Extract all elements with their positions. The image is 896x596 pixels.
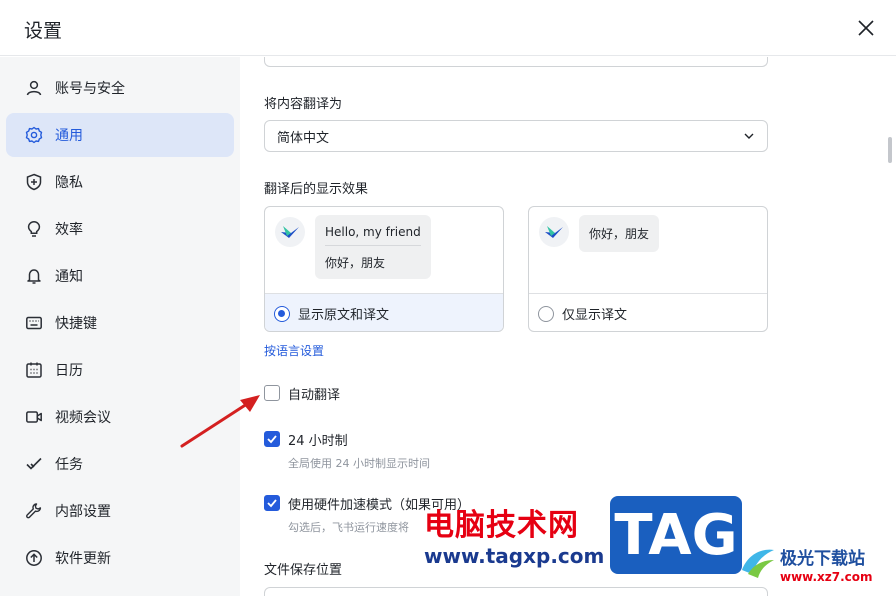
gear-icon bbox=[24, 125, 44, 145]
display-translated-only-card[interactable]: 你好，朋友 仅显示译文 bbox=[528, 206, 768, 332]
sidebar-item-label: 效率 bbox=[55, 222, 83, 238]
display-both-card[interactable]: Hello, my friend 你好，朋友 显示原文和译文 bbox=[264, 206, 504, 332]
app-logo-icon bbox=[275, 217, 305, 247]
calendar-icon bbox=[24, 360, 44, 380]
sidebar-item-label: 日历 bbox=[55, 363, 83, 379]
aurora-logo-icon bbox=[742, 549, 774, 578]
chevron-down-icon bbox=[744, 133, 754, 139]
sidebar-item-label: 视频会议 bbox=[55, 410, 111, 426]
settings-sidebar: 账号与安全 通用 隐私 效率 通知 快捷键 日历 视频会议 任务 内部设置 软件… bbox=[0, 57, 240, 596]
sidebar-item-label: 隐私 bbox=[55, 175, 83, 191]
auto-translate-label: 自动翻译 bbox=[288, 388, 341, 403]
checkmark-icon bbox=[267, 499, 277, 508]
sidebar-item-label: 任务 bbox=[55, 457, 83, 473]
watermark-url: www.tagxp.com bbox=[424, 544, 605, 568]
watermark-text: 电脑技术网 bbox=[424, 508, 579, 543]
upload-arrow-icon bbox=[24, 548, 44, 568]
task-check-icon bbox=[24, 454, 44, 474]
translate-to-label: 将内容翻译为 bbox=[264, 97, 343, 112]
sidebar-item-notifications[interactable]: 通知 bbox=[6, 254, 234, 298]
preview-original-text: Hello, my friend bbox=[325, 225, 421, 239]
radio-button-selected[interactable] bbox=[274, 305, 290, 322]
preview-bubble: Hello, my friend 你好，朋友 bbox=[315, 215, 431, 279]
lightbulb-icon bbox=[24, 219, 44, 239]
video-icon bbox=[24, 407, 44, 427]
sidebar-item-label: 内部设置 bbox=[55, 504, 111, 520]
file-location-label: 文件保存位置 bbox=[264, 563, 343, 578]
bell-icon bbox=[24, 266, 44, 286]
sidebar-item-label: 软件更新 bbox=[55, 551, 111, 567]
preview-area: 你好，朋友 bbox=[529, 207, 767, 293]
close-icon bbox=[858, 20, 874, 36]
clock-24h-row: 24 小时制 全局使用 24 小时制显示时间 bbox=[264, 430, 430, 471]
display-effect-label: 翻译后的显示效果 bbox=[264, 182, 369, 197]
option-label: 显示原文和译文 bbox=[298, 308, 390, 323]
clock-24h-description: 全局使用 24 小时制显示时间 bbox=[288, 457, 430, 470]
watermark-site-name: 极光下载站 bbox=[780, 549, 865, 569]
sidebar-item-label: 通用 bbox=[55, 128, 83, 144]
option-show-both[interactable]: 显示原文和译文 bbox=[265, 293, 503, 331]
scrollbar-thumb[interactable] bbox=[888, 137, 892, 163]
watermark-tag-logo: TAG bbox=[610, 496, 742, 574]
title-bar: 设置 bbox=[0, 0, 896, 56]
sidebar-item-privacy[interactable]: 隐私 bbox=[6, 160, 234, 204]
sidebar-item-efficiency[interactable]: 效率 bbox=[6, 207, 234, 251]
app-logo-icon bbox=[539, 217, 569, 247]
sidebar-item-internal-settings[interactable]: 内部设置 bbox=[6, 489, 234, 533]
sidebar-item-label: 账号与安全 bbox=[55, 81, 125, 97]
hardware-accel-checkbox[interactable] bbox=[264, 495, 280, 511]
file-location-field[interactable] bbox=[264, 587, 768, 596]
user-icon bbox=[24, 78, 44, 98]
sidebar-item-account-security[interactable]: 账号与安全 bbox=[6, 66, 234, 110]
sidebar-item-general[interactable]: 通用 bbox=[6, 113, 234, 157]
sidebar-item-label: 快捷键 bbox=[55, 316, 97, 332]
preview-translated-text: 你好，朋友 bbox=[325, 256, 386, 270]
auto-translate-row: 自动翻译 bbox=[264, 384, 340, 403]
sidebar-item-shortcuts[interactable]: 快捷键 bbox=[6, 301, 234, 345]
sidebar-item-label: 通知 bbox=[55, 269, 83, 285]
window-title: 设置 bbox=[24, 20, 63, 42]
close-button[interactable] bbox=[852, 14, 880, 42]
keyboard-icon bbox=[24, 313, 44, 333]
clock-24h-label: 24 小时制 bbox=[288, 434, 348, 449]
option-translated-only[interactable]: 仅显示译文 bbox=[529, 293, 767, 331]
annotation-arrow-icon bbox=[180, 395, 260, 448]
preview-translated-text: 你好，朋友 bbox=[589, 227, 650, 241]
option-label: 仅显示译文 bbox=[562, 308, 628, 323]
sidebar-item-calendar[interactable]: 日历 bbox=[6, 348, 234, 392]
previous-field[interactable] bbox=[264, 57, 768, 67]
preview-bubble: 你好，朋友 bbox=[579, 215, 660, 252]
preview-area: Hello, my friend 你好，朋友 bbox=[265, 207, 503, 293]
select-value: 简体中文 bbox=[277, 130, 330, 146]
language-settings-link[interactable]: 按语言设置 bbox=[264, 342, 324, 359]
radio-button[interactable] bbox=[538, 305, 554, 322]
watermark-site-url: www.xz7.com bbox=[780, 570, 873, 584]
wrench-icon bbox=[24, 501, 44, 521]
translate-language-select[interactable]: 简体中文 bbox=[264, 120, 768, 152]
sidebar-item-software-update[interactable]: 软件更新 bbox=[6, 536, 234, 580]
shield-icon bbox=[24, 172, 44, 192]
